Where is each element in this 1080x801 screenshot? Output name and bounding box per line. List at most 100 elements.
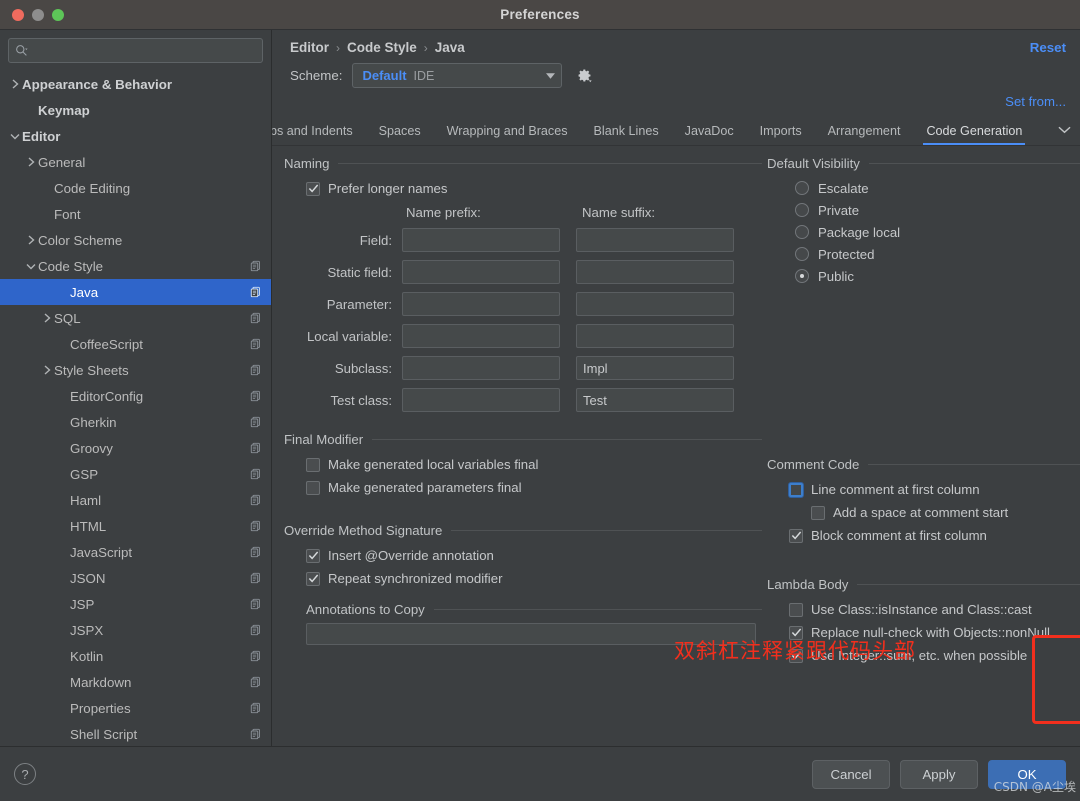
comment-code-option-checkbox[interactable] — [811, 505, 825, 520]
sidebar-item-appearance-behavior[interactable]: Appearance & Behavior — [0, 71, 271, 97]
gear-icon[interactable] — [576, 67, 593, 84]
visibility-option-row[interactable]: Package local — [767, 221, 1080, 243]
visibility-option-row[interactable]: Private — [767, 199, 1080, 221]
copy-scheme-icon[interactable] — [249, 546, 263, 558]
set-from-link[interactable]: Set from... — [1005, 94, 1066, 109]
tab-arrangement[interactable]: Arrangement — [815, 124, 914, 145]
copy-scheme-icon[interactable] — [249, 364, 263, 376]
copy-scheme-icon[interactable] — [249, 650, 263, 662]
sidebar-item-properties[interactable]: Properties — [0, 695, 271, 721]
cancel-button[interactable]: Cancel — [812, 759, 890, 789]
visibility-radio[interactable] — [795, 269, 809, 283]
search-box[interactable] — [8, 38, 263, 63]
sidebar-item-json[interactable]: JSON — [0, 565, 271, 591]
copy-scheme-icon[interactable] — [249, 468, 263, 480]
override-option-checkbox[interactable] — [306, 571, 320, 586]
comment-code-option-row[interactable]: Add a space at comment start — [767, 501, 1080, 524]
prefer-longer-names-checkbox[interactable] — [306, 181, 320, 196]
name-suffix-input[interactable] — [576, 324, 734, 348]
annotations-to-copy-field[interactable] — [306, 623, 756, 645]
override-option-row[interactable]: Insert @Override annotation — [284, 544, 762, 567]
apply-button[interactable]: Apply — [900, 759, 978, 789]
copy-scheme-icon[interactable] — [249, 390, 263, 402]
ok-button[interactable]: OK — [988, 759, 1066, 789]
sidebar-item-markdown[interactable]: Markdown — [0, 669, 271, 695]
copy-scheme-icon[interactable] — [249, 442, 263, 454]
tab-blank-lines[interactable]: Blank Lines — [581, 124, 672, 145]
chevron-down-icon[interactable] — [24, 263, 38, 270]
comment-code-option-checkbox[interactable] — [789, 528, 803, 543]
sidebar-item-sql[interactable]: SQL — [0, 305, 271, 331]
name-suffix-input[interactable] — [576, 292, 734, 316]
sidebar-item-kotlin[interactable]: Kotlin — [0, 643, 271, 669]
lambda-option-row[interactable]: Use Integer::sum, etc. when possible — [767, 644, 1080, 667]
prefer-longer-names-row[interactable]: Prefer longer names — [284, 177, 762, 200]
sidebar-item-code-style[interactable]: Code Style — [0, 253, 271, 279]
name-suffix-input[interactable] — [576, 356, 734, 380]
visibility-radio[interactable] — [795, 181, 809, 195]
comment-code-option-checkbox[interactable] — [789, 482, 803, 497]
name-suffix-input[interactable] — [576, 260, 734, 284]
sidebar-item-gherkin[interactable]: Gherkin — [0, 409, 271, 435]
copy-scheme-icon[interactable] — [249, 702, 263, 714]
final-modifier-option-row[interactable]: Make generated local variables final — [284, 453, 762, 476]
copy-scheme-icon[interactable] — [249, 338, 263, 350]
comment-code-option-row[interactable]: Line comment at first column — [767, 478, 1080, 501]
tab-wrapping-and-braces[interactable]: Wrapping and Braces — [434, 124, 581, 145]
sidebar-item-code-editing[interactable]: Code Editing — [0, 175, 271, 201]
reset-link[interactable]: Reset — [1030, 40, 1066, 55]
sidebar-item-editorconfig[interactable]: EditorConfig — [0, 383, 271, 409]
copy-scheme-icon[interactable] — [249, 728, 263, 740]
name-prefix-input[interactable] — [402, 356, 560, 380]
visibility-option-row[interactable]: Escalate — [767, 177, 1080, 199]
chevron-right-icon[interactable] — [40, 365, 54, 375]
chevron-right-icon[interactable] — [40, 313, 54, 323]
name-prefix-input[interactable] — [402, 228, 560, 252]
final-modifier-option-checkbox[interactable] — [306, 480, 320, 495]
name-prefix-input[interactable] — [402, 324, 560, 348]
sidebar-item-html[interactable]: HTML — [0, 513, 271, 539]
sidebar-item-style-sheets[interactable]: Style Sheets — [0, 357, 271, 383]
lambda-option-checkbox[interactable] — [789, 648, 803, 663]
sidebar-item-editor[interactable]: Editor — [0, 123, 271, 149]
sidebar-item-keymap[interactable]: Keymap — [0, 97, 271, 123]
copy-scheme-icon[interactable] — [249, 260, 263, 272]
override-option-row[interactable]: Repeat synchronized modifier — [284, 567, 762, 590]
chevron-down-icon[interactable] — [8, 133, 22, 140]
sidebar-item-jspx[interactable]: JSPX — [0, 617, 271, 643]
help-button[interactable]: ? — [14, 763, 36, 785]
override-option-checkbox[interactable] — [306, 548, 320, 563]
tab-imports[interactable]: Imports — [747, 124, 815, 145]
sidebar-item-general[interactable]: General — [0, 149, 271, 175]
chevron-right-icon[interactable] — [24, 235, 38, 245]
chevron-right-icon[interactable] — [24, 157, 38, 167]
final-modifier-option-row[interactable]: Make generated parameters final — [284, 476, 762, 499]
name-prefix-input[interactable] — [402, 260, 560, 284]
settings-tabs[interactable]: bs and Indents Spaces Wrapping and Braces B… — [272, 118, 1080, 146]
sidebar-item-color-scheme[interactable]: Color Scheme — [0, 227, 271, 253]
chevron-down-icon[interactable] — [1052, 121, 1080, 145]
visibility-radio[interactable] — [795, 225, 809, 239]
sidebar-item-javascript[interactable]: JavaScript — [0, 539, 271, 565]
copy-scheme-icon[interactable] — [249, 286, 263, 298]
copy-scheme-icon[interactable] — [249, 598, 263, 610]
copy-scheme-icon[interactable] — [249, 572, 263, 584]
visibility-option-row[interactable]: Protected — [767, 243, 1080, 265]
sidebar-item-java[interactable]: Java — [0, 279, 271, 305]
tab-spaces[interactable]: Spaces — [366, 124, 434, 145]
lambda-option-row[interactable]: Replace null-check with Objects::nonNull — [767, 621, 1080, 644]
copy-scheme-icon[interactable] — [249, 624, 263, 636]
visibility-option-row[interactable]: Public — [767, 265, 1080, 287]
copy-scheme-icon[interactable] — [249, 520, 263, 532]
sidebar-item-groovy[interactable]: Groovy — [0, 435, 271, 461]
sidebar-item-shell-script[interactable]: Shell Script — [0, 721, 271, 746]
sidebar-item-font[interactable]: Font — [0, 201, 271, 227]
name-prefix-input[interactable] — [402, 388, 560, 412]
copy-scheme-icon[interactable] — [249, 494, 263, 506]
copy-scheme-icon[interactable] — [249, 312, 263, 324]
breadcrumb-item-editor[interactable]: Editor — [290, 40, 329, 55]
tab-bs-and-indents[interactable]: bs and Indents — [272, 124, 366, 145]
name-prefix-input[interactable] — [402, 292, 560, 316]
visibility-radio[interactable] — [795, 203, 809, 217]
sidebar-item-coffeescript[interactable]: CoffeeScript — [0, 331, 271, 357]
